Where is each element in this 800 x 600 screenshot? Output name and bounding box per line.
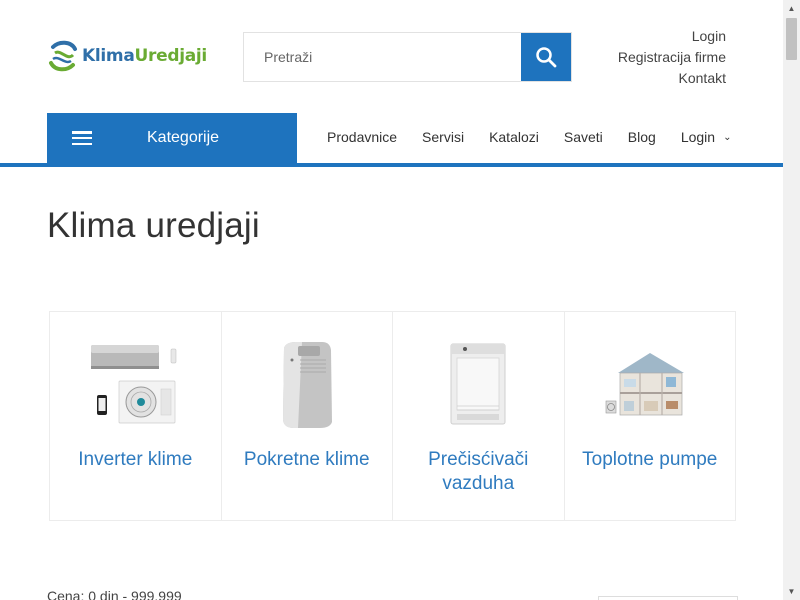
chevron-down-icon: ⌄ (723, 131, 732, 143)
register-company-link[interactable]: Registracija firme (618, 47, 726, 68)
category-card-heatpump[interactable]: Toplotne pumpe (565, 312, 736, 520)
scroll-up-icon[interactable]: ▲ (783, 0, 800, 17)
main-nav: Prodavnice Servisi Katalozi Saveti Blog … (327, 129, 731, 145)
scroll-down-icon[interactable]: ▼ (783, 583, 800, 600)
nav-item-saveti[interactable]: Saveti (564, 129, 603, 145)
page-scrollbar[interactable]: ▲ ▼ (783, 0, 800, 600)
portable-ac-image (252, 338, 362, 430)
nav-item-prodavnice[interactable]: Prodavnice (327, 129, 397, 145)
login-link[interactable]: Login (618, 26, 726, 47)
category-label: Inverter klime (78, 449, 193, 470)
air-purifier-image (423, 338, 533, 430)
logo-text-klima: Klima (82, 46, 135, 66)
site-logo[interactable]: KlimaUredjaji (47, 38, 207, 74)
price-filter-label: Cena: 0 din - 999.999 (47, 588, 182, 600)
nav-item-servisi[interactable]: Servisi (422, 129, 464, 145)
category-grid: Inverter klime Pokretne klime Prečisćiva… (49, 311, 736, 521)
contact-link[interactable]: Kontakt (618, 68, 726, 89)
heat-pump-house-image (595, 338, 705, 430)
category-card-purifier[interactable]: Prečisćivači vazduha (393, 312, 565, 520)
menu-icon (72, 131, 92, 145)
logo-text: KlimaUredjaji (82, 46, 207, 66)
nav-item-login[interactable]: Login ⌄ (681, 129, 732, 145)
logo-text-uredjaji: Uredjaji (134, 46, 208, 66)
nav-underline (0, 163, 783, 167)
category-card-inverter[interactable]: Inverter klime (50, 312, 222, 520)
logo-icon (49, 40, 77, 72)
search-input[interactable] (244, 33, 521, 81)
search-bar (243, 32, 572, 82)
category-label: Pokretne klime (243, 449, 370, 470)
nav-item-katalozi[interactable]: Katalozi (489, 129, 539, 145)
category-card-portable[interactable]: Pokretne klime (222, 312, 393, 520)
categories-button[interactable]: Kategorije (47, 113, 297, 163)
page-title: Klima uredjaji (47, 206, 260, 245)
search-icon (536, 47, 557, 68)
category-label: Prečisćivači vazduha (428, 449, 529, 494)
sort-select[interactable] (598, 596, 738, 600)
nav-item-blog[interactable]: Blog (628, 129, 656, 145)
category-label: Toplotne pumpe (582, 449, 718, 470)
top-links: Login Registracija firme Kontakt (618, 26, 726, 89)
categories-label: Kategorije (147, 129, 220, 146)
search-button[interactable] (521, 33, 571, 81)
inverter-ac-image (80, 338, 190, 430)
scrollbar-thumb[interactable] (786, 18, 797, 60)
nav-item-login-label: Login (680, 129, 716, 145)
